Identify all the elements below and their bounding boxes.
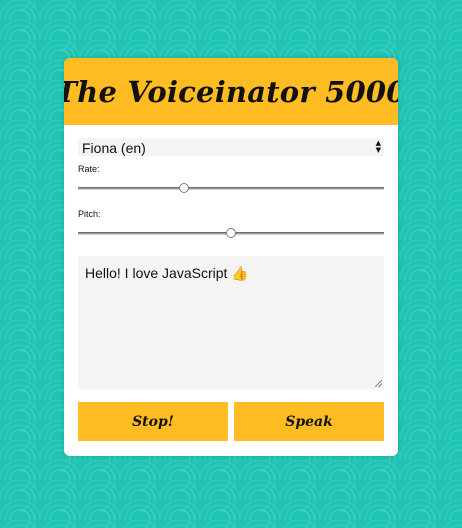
controls: Fiona (en) ▲ ▼ Rate: Pitch: Hello! I love… (64, 125, 398, 441)
message-textarea[interactable]: Hello! I love JavaScript 👍 (78, 256, 384, 389)
rate-label: Rate: (78, 164, 100, 174)
stop-button[interactable]: Stop! (78, 402, 228, 441)
speak-button[interactable]: Speak (234, 402, 384, 441)
page-title: The Voiceinator 5000 (64, 74, 398, 109)
voice-select[interactable]: Fiona (en) (78, 139, 384, 157)
rate-slider-track[interactable] (78, 187, 384, 190)
pitch-slider[interactable] (78, 220, 384, 246)
resize-handle-icon[interactable] (375, 380, 382, 387)
title-bar: The Voiceinator 5000 (64, 58, 398, 125)
rate-slider[interactable] (78, 175, 384, 201)
voice-select-wrapper: Fiona (en) ▲ ▼ (78, 138, 384, 157)
button-row: Stop! Speak (78, 402, 384, 441)
pitch-slider-thumb[interactable] (226, 228, 236, 238)
pitch-label: Pitch: (78, 209, 101, 219)
message-textarea-wrapper: Hello! I love JavaScript 👍 (78, 256, 384, 389)
voiceinator-panel: The Voiceinator 5000 Fiona (en) ▲ ▼ Rate:… (64, 58, 398, 456)
rate-slider-thumb[interactable] (178, 183, 189, 193)
